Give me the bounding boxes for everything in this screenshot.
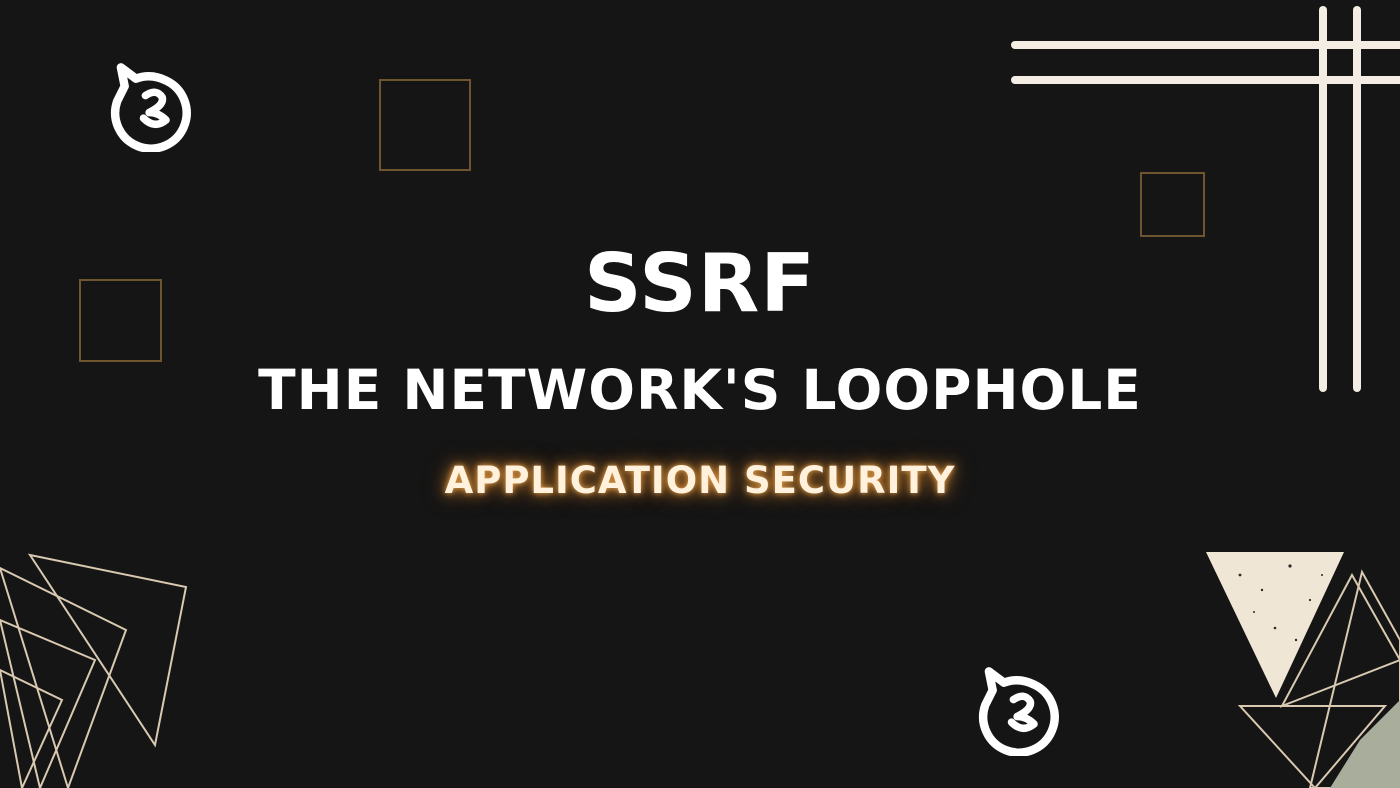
outline-square-top	[379, 79, 471, 171]
triangle-outlines-left	[0, 553, 188, 788]
banner-tagline: APPLICATION SECURITY	[444, 459, 956, 502]
outline-square-right	[1140, 172, 1205, 237]
banner-subtitle: THE NETWORK'S LOOPHOLE	[258, 358, 1142, 422]
banner-title: SSRF	[584, 237, 816, 330]
banner-canvas: SSRF THE NETWORK'S LOOPHOLE APPLICATION …	[0, 0, 1400, 788]
cat-logo-icon	[979, 667, 1059, 756]
cat-logo-icon	[111, 63, 191, 152]
triangles-right	[1206, 552, 1400, 788]
